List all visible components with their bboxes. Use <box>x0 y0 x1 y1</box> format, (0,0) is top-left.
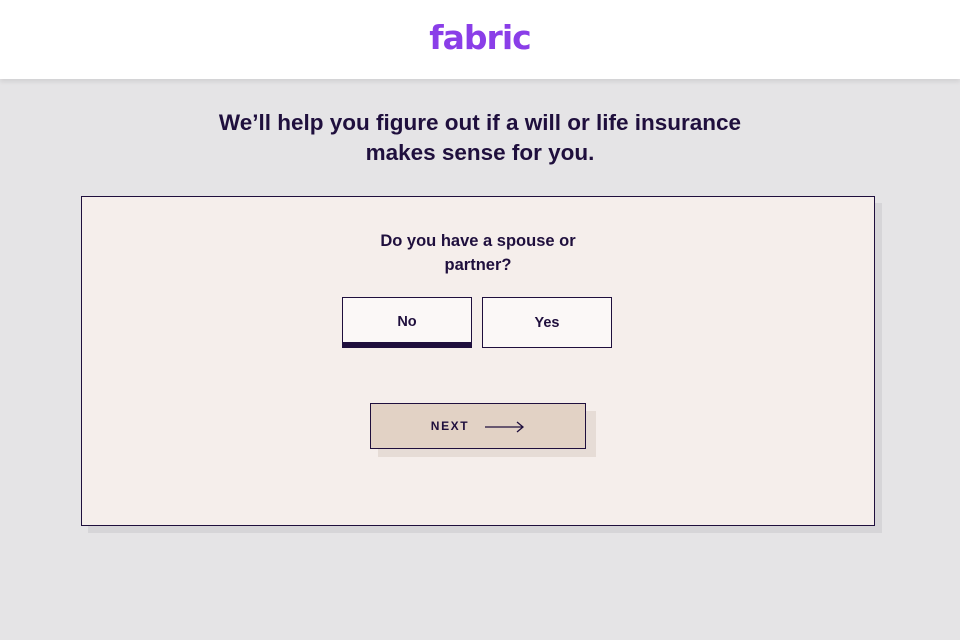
next-button[interactable]: NEXT <box>370 403 586 449</box>
question-line-2: partner? <box>444 256 512 274</box>
question-line-1: Do you have a spouse or <box>380 232 576 250</box>
question-card: Do you have a spouse or partner? No Yes … <box>81 196 875 526</box>
top-header: fabric <box>0 0 960 79</box>
option-no-button[interactable]: No <box>342 297 472 348</box>
option-yes-label: Yes <box>534 314 560 331</box>
headline-line-1: We’ll help you figure out if a will or l… <box>218 110 742 135</box>
next-button-label: NEXT <box>430 419 470 433</box>
page-headline: We’ll help you figure out if a will or l… <box>0 108 960 168</box>
arrow-right-icon <box>485 420 525 433</box>
option-yes-button[interactable]: Yes <box>482 297 612 348</box>
question-text: Do you have a spouse or partner? <box>82 229 874 277</box>
option-no-label: No <box>397 314 417 330</box>
headline-line-2: makes sense for you. <box>365 140 595 165</box>
fabric-logo[interactable]: fabric <box>429 18 531 57</box>
